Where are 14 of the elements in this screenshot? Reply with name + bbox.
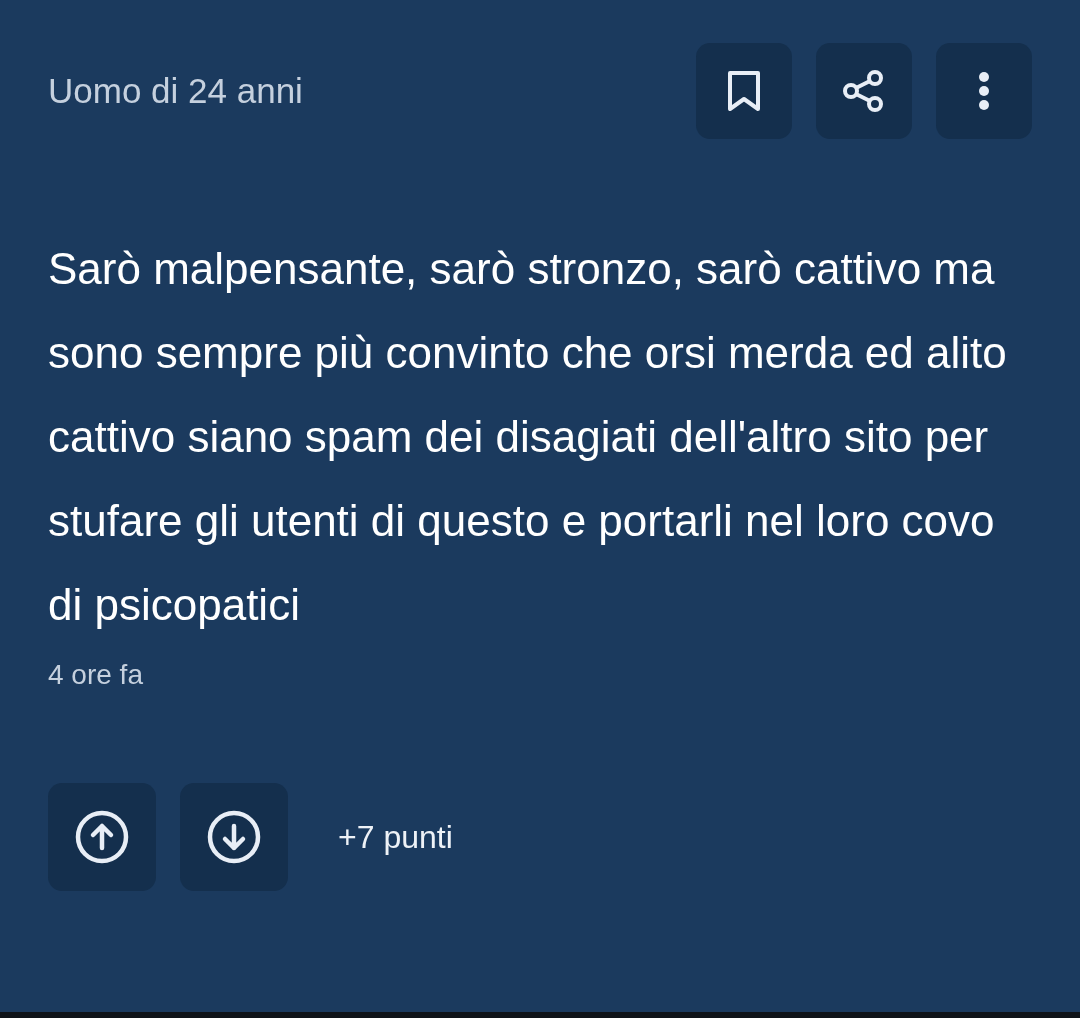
- upvote-button[interactable]: [48, 783, 156, 891]
- bookmark-button[interactable]: [696, 43, 792, 139]
- share-button[interactable]: [816, 43, 912, 139]
- score-label: +7 punti: [338, 818, 453, 856]
- author-label: Uomo di 24 anni: [48, 71, 303, 111]
- share-icon: [842, 69, 886, 113]
- more-icon: [978, 71, 990, 111]
- downvote-button[interactable]: [180, 783, 288, 891]
- post-text: Sarò malpensante, sarò stronzo, sarò cattivo ma sono sempre più convinto che orsi merda ed alito cattivo siano spam dei disagiati dell'altro sito per stufare gli utenti di questo e portarli nel loro covo di psicopatici: [48, 243, 1008, 631]
- arrow-up-circle-icon: [75, 810, 129, 864]
- more-button[interactable]: [936, 43, 1032, 139]
- bookmark-icon: [727, 70, 761, 112]
- arrow-down-circle-icon: [207, 810, 261, 864]
- post-time: 4 ore fa: [48, 659, 144, 691]
